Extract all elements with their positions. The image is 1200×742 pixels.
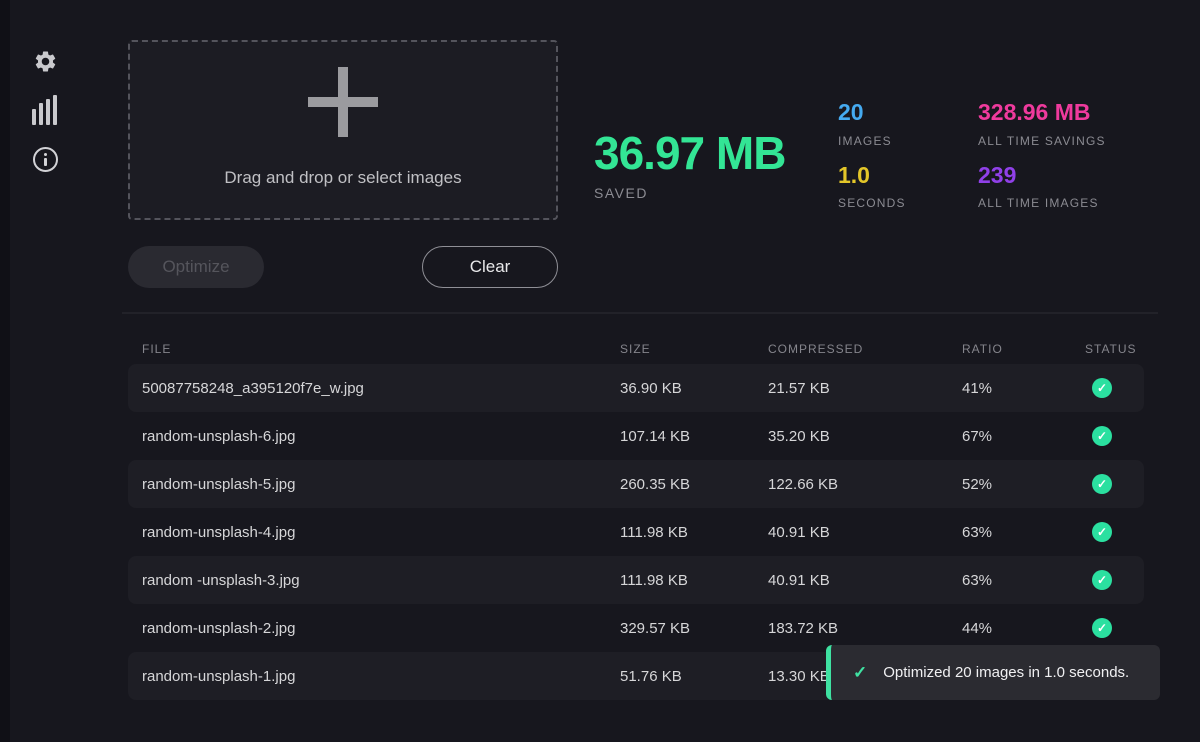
col-header-compressed: COMPRESSED — [768, 342, 962, 356]
compressed-size: 21.57 KB — [768, 380, 962, 397]
bar-chart-icon — [32, 95, 58, 125]
dropzone-label: Drag and drop or select images — [224, 168, 461, 188]
gear-icon — [33, 49, 58, 74]
images-count-value: 20 — [838, 99, 906, 127]
file-size: 107.14 KB — [620, 428, 768, 445]
col-header-size: SIZE — [620, 342, 768, 356]
file-size: 111.98 KB — [620, 572, 768, 589]
compressed-size: 35.20 KB — [768, 428, 962, 445]
saved-label: SAVED — [594, 185, 785, 201]
table-header-row: FILE SIZE COMPRESSED RATIO STATUS — [128, 335, 1144, 362]
plus-icon — [308, 72, 378, 132]
compressed-size: 40.91 KB — [768, 524, 962, 541]
status-check-icon: ✓ — [1092, 474, 1112, 494]
image-dropzone[interactable]: Drag and drop or select images — [128, 40, 558, 220]
file-name: random-unsplash-1.jpg — [142, 668, 620, 685]
ratio: 67% — [962, 428, 1085, 445]
table-row: random -unsplash-3.jpg 111.98 KB 40.91 K… — [128, 556, 1144, 604]
status-check-icon: ✓ — [1092, 522, 1112, 542]
file-size: 260.35 KB — [620, 476, 768, 493]
session-stats: 20 IMAGES 1.0 SECONDS — [838, 99, 906, 224]
col-header-file: FILE — [142, 342, 620, 356]
sidebar — [30, 47, 60, 173]
ratio: 44% — [962, 620, 1085, 637]
clear-button[interactable]: Clear — [422, 246, 558, 288]
file-size: 111.98 KB — [620, 524, 768, 541]
ratio: 63% — [962, 524, 1085, 541]
all-time-images-label: ALL TIME IMAGES — [978, 196, 1106, 210]
images-count-label: IMAGES — [838, 134, 906, 148]
saved-value: 36.97 MB — [594, 130, 785, 176]
optimize-button[interactable]: Optimize — [128, 246, 264, 288]
all-time-savings-value: 328.96 MB — [978, 99, 1106, 127]
status-check-icon: ✓ — [1092, 618, 1112, 638]
all-time-images-value: 239 — [978, 162, 1106, 190]
file-size: 51.76 KB — [620, 668, 768, 685]
status-check-icon: ✓ — [1092, 378, 1112, 398]
file-name: random -unsplash-3.jpg — [142, 572, 620, 589]
ratio: 41% — [962, 380, 1085, 397]
all-time-savings-label: ALL TIME SAVINGS — [978, 134, 1106, 148]
ratio: 63% — [962, 572, 1085, 589]
compressed-size: 122.66 KB — [768, 476, 962, 493]
saved-stat: 36.97 MB SAVED — [594, 130, 785, 201]
window-left-edge — [0, 0, 10, 742]
file-size: 36.90 KB — [620, 380, 768, 397]
toast-notification: ✓ Optimized 20 images in 1.0 seconds. — [826, 645, 1160, 700]
info-icon — [33, 147, 58, 172]
file-size: 329.57 KB — [620, 620, 768, 637]
table-row: 50087758248_a395120f7e_w.jpg 36.90 KB 21… — [128, 364, 1144, 412]
toast-message: Optimized 20 images in 1.0 seconds. — [883, 664, 1129, 681]
col-header-ratio: RATIO — [962, 342, 1085, 356]
status-check-icon: ✓ — [1092, 570, 1112, 590]
col-header-status: STATUS — [1085, 342, 1130, 356]
table-row: random-unsplash-4.jpg 111.98 KB 40.91 KB… — [128, 508, 1144, 556]
compressed-size: 40.91 KB — [768, 572, 962, 589]
compressed-size: 183.72 KB — [768, 620, 962, 637]
ratio: 52% — [962, 476, 1085, 493]
sidebar-item-settings[interactable] — [31, 47, 59, 75]
file-name: random-unsplash-6.jpg — [142, 428, 620, 445]
file-name: random-unsplash-4.jpg — [142, 524, 620, 541]
toast-check-icon: ✓ — [853, 663, 867, 683]
table-row: random-unsplash-6.jpg 107.14 KB 35.20 KB… — [128, 412, 1144, 460]
section-divider — [122, 312, 1158, 314]
table-row: random-unsplash-5.jpg 260.35 KB 122.66 K… — [128, 460, 1144, 508]
file-name: random-unsplash-2.jpg — [142, 620, 620, 637]
status-check-icon: ✓ — [1092, 426, 1112, 446]
file-name: 50087758248_a395120f7e_w.jpg — [142, 380, 620, 397]
seconds-label: SECONDS — [838, 196, 906, 210]
all-time-stats: 328.96 MB ALL TIME SAVINGS 239 ALL TIME … — [978, 99, 1106, 224]
seconds-value: 1.0 — [838, 162, 906, 190]
sidebar-item-about[interactable] — [31, 145, 59, 173]
sidebar-item-stats[interactable] — [31, 96, 59, 124]
file-name: random-unsplash-5.jpg — [142, 476, 620, 493]
